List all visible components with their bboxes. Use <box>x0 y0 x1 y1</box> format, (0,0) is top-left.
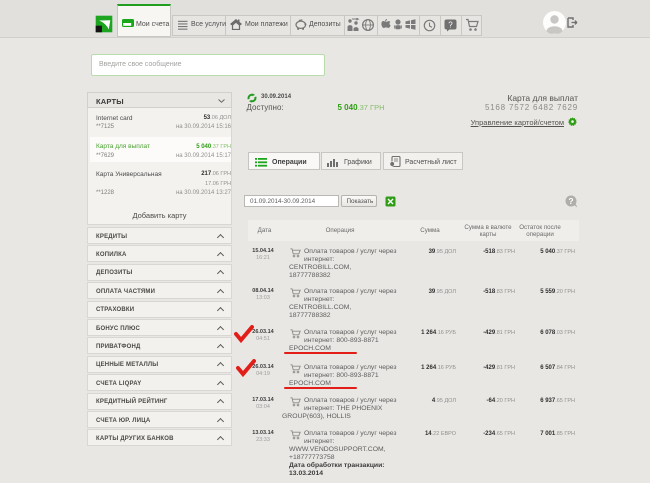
svg-text:?: ? <box>568 196 573 206</box>
svg-text:?: ? <box>448 20 453 29</box>
